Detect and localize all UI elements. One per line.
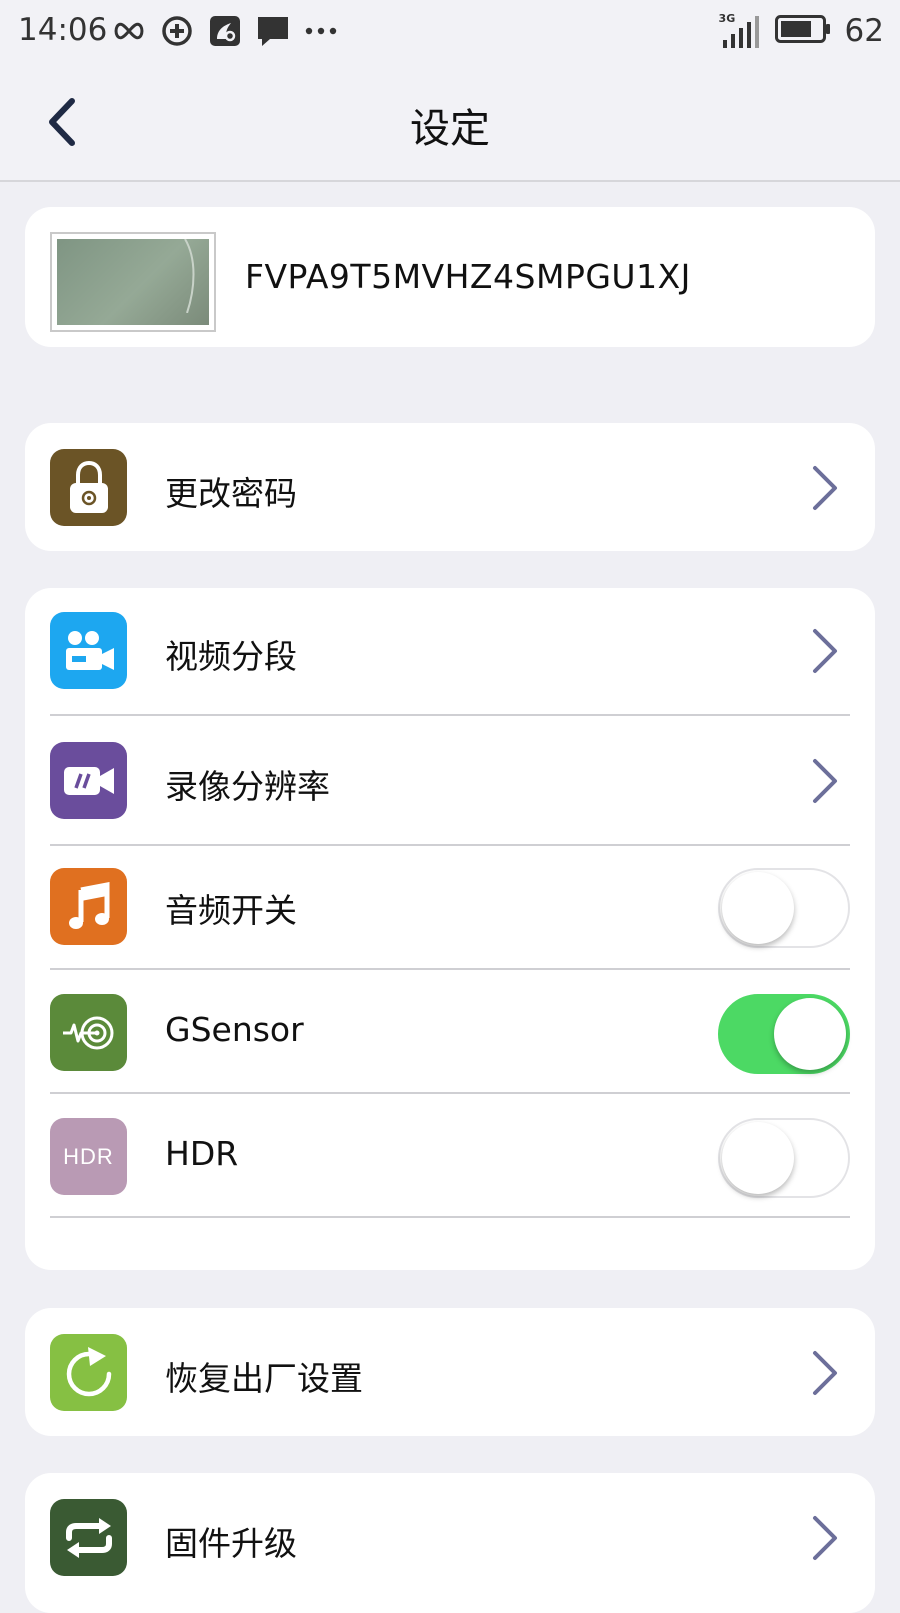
restore-icon bbox=[50, 1334, 127, 1411]
device-card[interactable]: FVPA9T5MVHZ4SMPGU1XJ bbox=[25, 207, 875, 347]
change-password-row[interactable]: 更改密码 bbox=[25, 425, 875, 549]
record-resolution-label: 录像分辨率 bbox=[165, 767, 330, 806]
chevron-right-icon bbox=[805, 1513, 845, 1563]
battery-icon bbox=[774, 15, 831, 47]
uc-browser-icon bbox=[208, 14, 242, 48]
music-note-icon bbox=[50, 868, 127, 945]
video-camera-icon bbox=[50, 612, 127, 689]
battery-level: 62 bbox=[844, 13, 884, 49]
gsensor-toggle[interactable] bbox=[718, 994, 850, 1074]
hdr-toggle[interactable] bbox=[718, 1118, 850, 1198]
status-notification-icons bbox=[112, 12, 338, 50]
password-card: 更改密码 bbox=[25, 423, 875, 551]
factory-reset-label: 恢复出厂设置 bbox=[165, 1359, 363, 1398]
audio-switch-row: 音频开关 bbox=[25, 846, 875, 970]
audio-switch-toggle[interactable] bbox=[718, 868, 850, 948]
gsensor-label: GSensor bbox=[165, 1010, 304, 1049]
hdr-row: HDR HDR bbox=[25, 1094, 875, 1218]
video-segment-row[interactable]: 视频分段 bbox=[25, 588, 875, 716]
status-time: 14:06 bbox=[18, 12, 108, 48]
sync-plus-icon bbox=[160, 14, 194, 48]
row-divider bbox=[50, 1216, 850, 1218]
hdr-icon-text: HDR bbox=[63, 1143, 114, 1169]
gsensor-row: GSensor bbox=[25, 970, 875, 1094]
infinity-icon bbox=[112, 14, 146, 48]
video-segment-label: 视频分段 bbox=[165, 637, 297, 676]
device-thumbnail bbox=[50, 232, 216, 332]
status-bar: 14:06 3G 62 bbox=[0, 0, 900, 62]
firmware-card: 固件升级 bbox=[25, 1473, 875, 1613]
factory-reset-card: 恢复出厂设置 bbox=[25, 1308, 875, 1436]
device-id: FVPA9T5MVHZ4SMPGU1XJ bbox=[245, 257, 691, 296]
lock-settings-icon bbox=[50, 449, 127, 526]
hdr-icon: HDR bbox=[50, 1118, 127, 1195]
update-arrows-icon bbox=[50, 1499, 127, 1576]
record-resolution-row[interactable]: 录像分辨率 bbox=[25, 716, 875, 846]
gsensor-icon bbox=[50, 994, 127, 1071]
status-right: 3G 62 bbox=[719, 10, 884, 52]
factory-reset-row[interactable]: 恢复出厂设置 bbox=[25, 1310, 875, 1434]
firmware-upgrade-label: 固件升级 bbox=[165, 1524, 297, 1563]
firmware-upgrade-row[interactable]: 固件升级 bbox=[25, 1475, 875, 1599]
chevron-right-icon bbox=[805, 626, 845, 676]
nav-bar: 设定 bbox=[0, 62, 900, 182]
video-recorder-icon bbox=[50, 742, 127, 819]
chevron-right-icon bbox=[805, 756, 845, 806]
change-password-label: 更改密码 bbox=[165, 474, 297, 513]
page-title: 设定 bbox=[410, 106, 490, 152]
chevron-right-icon bbox=[805, 463, 845, 513]
audio-switch-label: 音频开关 bbox=[165, 891, 297, 930]
recording-settings-card: 视频分段 录像分辨率 音频开关 GSensor HDR HDR bbox=[25, 588, 875, 1270]
more-dots-icon bbox=[304, 14, 338, 48]
hdr-label: HDR bbox=[165, 1134, 239, 1173]
chevron-right-icon bbox=[805, 1348, 845, 1398]
message-icon bbox=[256, 14, 290, 48]
signal-3g-icon: 3G bbox=[719, 12, 761, 50]
